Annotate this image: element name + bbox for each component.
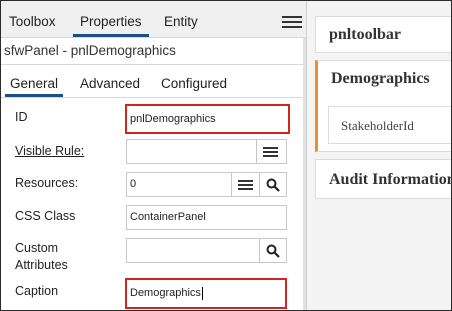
- demographics-card[interactable]: Demographics StakeholderId: [315, 60, 451, 152]
- id-field[interactable]: pnlDemographics: [125, 104, 290, 134]
- resources-search-button[interactable]: [259, 172, 287, 197]
- id-label: ID: [15, 110, 28, 124]
- search-icon: [266, 178, 280, 192]
- tab-configured[interactable]: Configured: [161, 65, 227, 97]
- resources-menu-button[interactable]: [231, 172, 260, 197]
- visible-rule-field[interactable]: [126, 139, 257, 164]
- tab-general[interactable]: General: [5, 65, 64, 97]
- visible-rule-label[interactable]: Visible Rule:: [15, 143, 84, 160]
- search-icon: [266, 244, 280, 258]
- caption-field[interactable]: Demographics: [125, 278, 287, 309]
- custom-attributes-field[interactable]: [126, 238, 260, 263]
- app-frame: Toolbox Properties Entity sfwPanel - pnl…: [0, 0, 452, 311]
- demographics-title: Demographics: [331, 70, 430, 87]
- css-class-label: CSS Class: [15, 209, 76, 223]
- tab-entity[interactable]: Entity: [164, 1, 198, 37]
- resources-label: Resources:: [15, 176, 79, 190]
- stakeholder-column[interactable]: StakeholderId: [328, 106, 451, 144]
- panel-title: sfwPanel - pnlDemographics: [4, 43, 176, 58]
- custom-attributes-search-button[interactable]: [259, 238, 287, 263]
- visible-rule-menu-button[interactable]: [256, 139, 287, 164]
- caption-value: Demographics: [130, 287, 201, 299]
- hamburger-menu-icon[interactable]: [282, 16, 302, 32]
- stakeholder-column-label: StakeholderId: [341, 118, 414, 133]
- tab-advanced[interactable]: Advanced: [80, 65, 140, 97]
- custom-attributes-label: Custom Attributes: [15, 241, 68, 272]
- menu-icon: [263, 147, 278, 157]
- tab-toolbox[interactable]: Toolbox: [9, 1, 56, 37]
- css-class-field[interactable]: ContainerPanel: [126, 205, 287, 230]
- audit-information-title: Audit Information: [329, 171, 452, 188]
- id-value: pnlDemographics: [130, 113, 216, 125]
- text-cursor: [201, 286, 203, 300]
- canvas-preview: pnltoolbar Demographics StakeholderId Au…: [306, 1, 451, 310]
- pnltoolbar-title: pnltoolbar: [329, 26, 402, 43]
- caption-label: Caption: [15, 284, 59, 298]
- resources-value: 0: [130, 178, 137, 190]
- top-tab-bar: Toolbox Properties Entity: [1, 1, 306, 38]
- audit-information-card[interactable]: Audit Information: [315, 159, 452, 199]
- resources-field[interactable]: 0: [126, 172, 232, 197]
- css-class-value: ContainerPanel: [130, 211, 206, 223]
- properties-panel: Toolbox Properties Entity sfwPanel - pnl…: [1, 1, 306, 310]
- pnltoolbar-card[interactable]: pnltoolbar: [315, 16, 451, 53]
- sub-tab-bar: General Advanced Configured: [1, 64, 306, 98]
- menu-icon: [238, 180, 253, 190]
- tab-properties[interactable]: Properties: [73, 1, 149, 37]
